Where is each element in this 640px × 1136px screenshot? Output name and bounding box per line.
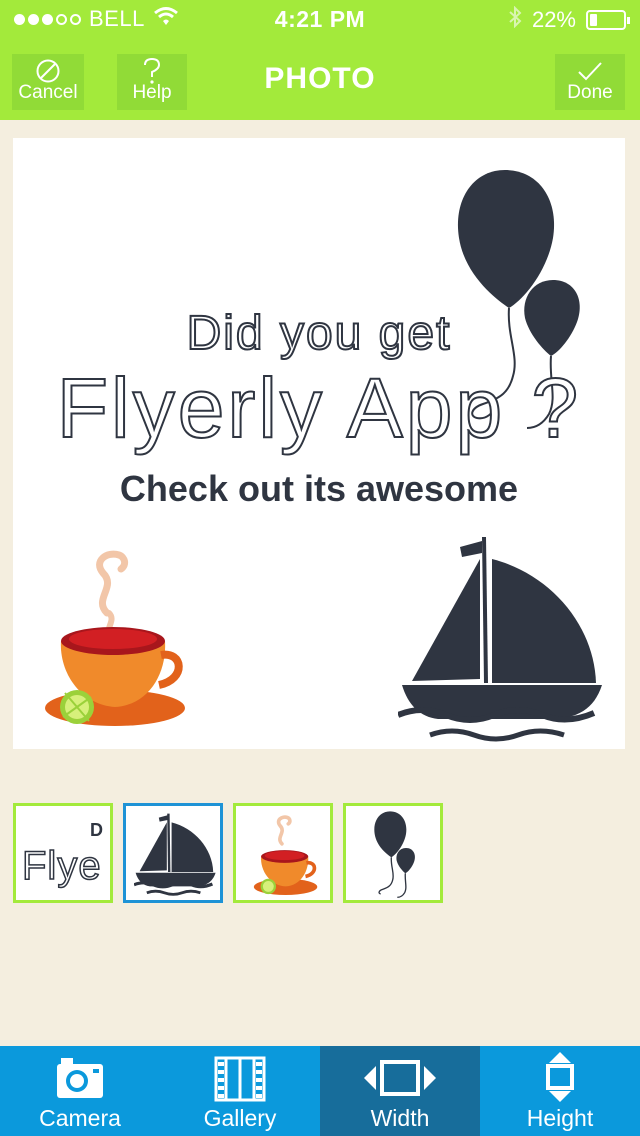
teacup-graphic[interactable] <box>41 543 191 728</box>
teacup-thumb-icon <box>253 815 318 896</box>
layer-thumb-teacup[interactable] <box>233 803 333 903</box>
checkmark-icon <box>555 54 625 84</box>
layer-thumb-sailboat[interactable] <box>123 803 223 903</box>
gallery-button[interactable]: Gallery <box>160 1046 320 1136</box>
camera-label: Camera <box>39 1105 121 1131</box>
status-bar: BELL 4:21 PM 22% <box>0 0 640 40</box>
layer-thumb-balloons[interactable] <box>343 803 443 903</box>
battery-icon <box>586 10 630 30</box>
layer-thumb-text-small: D <box>90 820 103 840</box>
width-button[interactable]: Width <box>320 1046 480 1136</box>
status-right: 22% <box>508 5 630 34</box>
width-label: Width <box>370 1105 430 1131</box>
headline-line-2[interactable]: Flyerly App ? <box>13 360 625 457</box>
page-title: PHOTO <box>264 62 376 95</box>
balloons-thumb-icon <box>374 811 415 898</box>
done-label: Done <box>567 82 613 103</box>
layer-thumb-text[interactable]: D Flye <box>13 803 113 903</box>
film-strip-icon <box>160 1056 320 1102</box>
headline-line-3[interactable]: Check out its awesome <box>13 468 625 510</box>
height-label: Height <box>526 1105 594 1131</box>
flyer-canvas[interactable]: Did you get Flyerly App ? Check out its … <box>13 138 625 749</box>
gallery-label: Gallery <box>203 1105 277 1131</box>
top-bar: BELL 4:21 PM 22% Cancel Help PHOTO Done <box>0 0 640 120</box>
vertical-arrows-icon <box>480 1052 640 1102</box>
done-button[interactable]: Done <box>555 54 625 110</box>
battery-percent: 22% <box>531 7 576 32</box>
sailboat-thumb-icon <box>134 813 216 896</box>
bottom-toolbar: Camera Gallery Width Height <box>0 1046 640 1136</box>
height-button[interactable]: Height <box>480 1046 640 1136</box>
battery-fill <box>590 14 598 26</box>
layer-thumb-text-main: Flye <box>21 843 102 889</box>
camera-button[interactable]: Camera <box>0 1046 160 1136</box>
camera-icon <box>0 1056 160 1102</box>
horizontal-arrows-icon <box>320 1056 480 1102</box>
sailboat-graphic[interactable] <box>398 533 608 748</box>
bluetooth-icon <box>508 5 522 34</box>
headline-line-1[interactable]: Did you get <box>13 306 625 361</box>
